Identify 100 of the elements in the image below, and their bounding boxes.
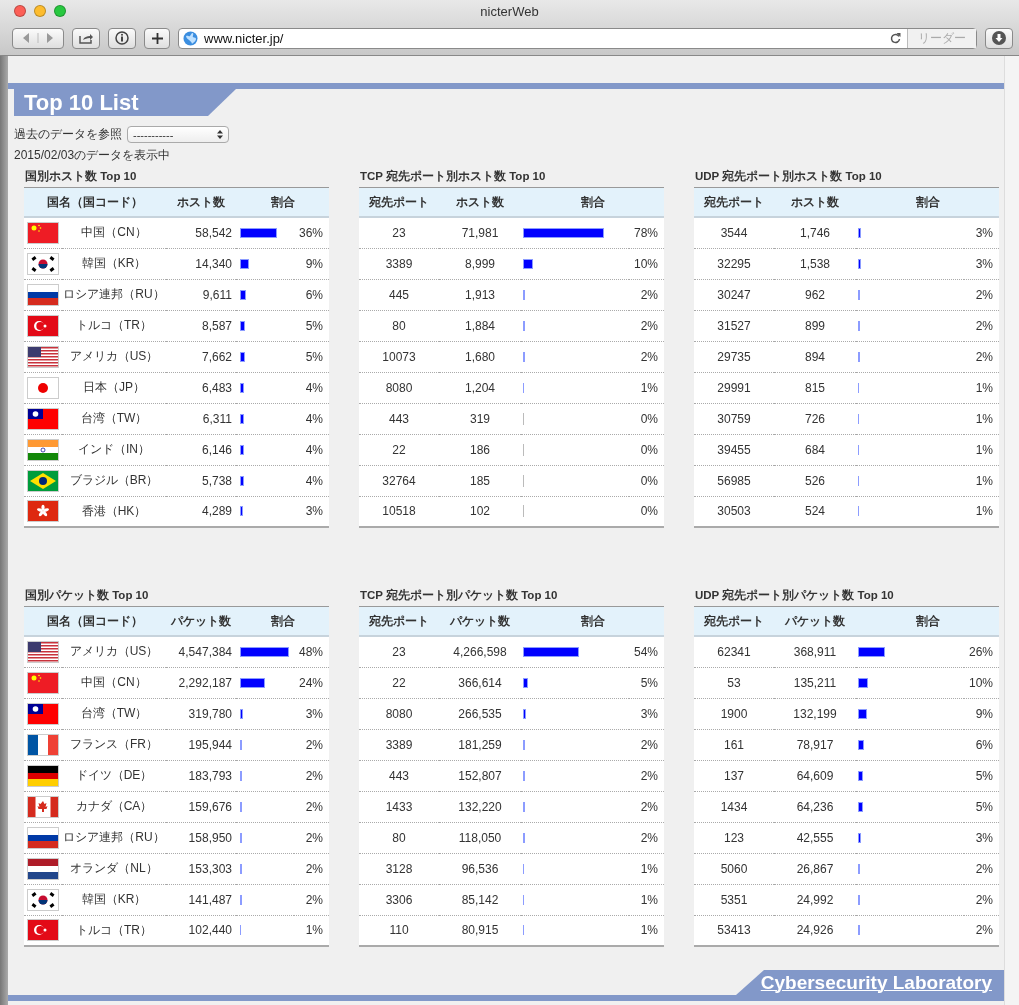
table-cell: 36% <box>298 225 323 240</box>
table-cell: 726 <box>805 411 825 426</box>
table-cell: 2% <box>640 737 658 752</box>
table-cell: 153,303 <box>188 861 232 876</box>
table-cell: 3389 <box>385 256 413 271</box>
table-cell: 29735 <box>717 349 751 364</box>
table-cell: ブラジル（BR） <box>69 473 159 487</box>
back-forward-button[interactable] <box>12 27 64 49</box>
table-cell: 8080 <box>385 380 413 395</box>
new-tab-button[interactable] <box>144 27 170 49</box>
table-cell: 3% <box>640 706 658 721</box>
flag-icon <box>27 221 59 244</box>
table-cell: 32764 <box>382 473 416 488</box>
table-cell: アメリカ（US） <box>69 644 159 659</box>
archive-select[interactable]: ----------- <box>127 126 229 143</box>
table-cell: 3% <box>975 225 993 240</box>
table-cell: 161 <box>724 737 744 752</box>
table-cell: 181,259 <box>458 737 502 752</box>
table-cell: トルコ（TR） <box>76 318 152 332</box>
table-cell: 5% <box>975 799 993 814</box>
table-cell: 29991 <box>717 380 751 395</box>
table-cell: 6,146 <box>201 442 232 457</box>
table-cell: 1% <box>640 923 658 938</box>
table-title: 国別ホスト数 Top 10 <box>24 169 138 184</box>
table-cell: 韓国（KR） <box>81 256 147 270</box>
table-cell: 2% <box>305 768 323 783</box>
table-cell: 2% <box>305 892 323 907</box>
column-header: パケット数 <box>439 606 521 636</box>
table-cell: 962 <box>805 287 825 302</box>
table-cell: 319,780 <box>188 706 232 721</box>
table-cell: 24% <box>298 675 323 690</box>
reload-icon[interactable] <box>890 32 901 44</box>
table-cell: 2% <box>640 830 658 845</box>
table-cell: 8,999 <box>465 256 495 271</box>
flag-icon <box>27 283 59 306</box>
flag-icon <box>27 826 59 849</box>
table-cell: 3544 <box>720 225 748 240</box>
table-cell: 2% <box>975 318 993 333</box>
table-cell: 30247 <box>717 287 751 302</box>
table-cell: 1% <box>975 473 993 488</box>
column-header: パケット数 <box>166 606 236 636</box>
table-cell: 2% <box>305 737 323 752</box>
table-cell: 韓国（KR） <box>81 892 147 906</box>
flag-icon <box>27 795 59 818</box>
table-cell: 1% <box>975 380 993 395</box>
table-cell: 158,950 <box>188 830 232 845</box>
table-cell: 日本（JP） <box>83 380 145 394</box>
table-cell: 1% <box>640 861 658 876</box>
table-cell: 53413 <box>717 923 751 938</box>
column-header: 割合 <box>521 606 664 636</box>
table-cell: 3% <box>975 256 993 271</box>
table-cell: 4% <box>305 473 323 488</box>
table-cell: 78,917 <box>796 737 834 752</box>
table-cell: 0% <box>640 411 658 426</box>
table-cell: 9% <box>305 256 323 271</box>
table-cell: 2,292,187 <box>178 675 232 690</box>
table-cell: 4,266,598 <box>453 644 507 659</box>
downloads-button[interactable] <box>985 27 1013 49</box>
column-header: 宛先ポート <box>694 187 774 217</box>
download-icon <box>992 31 1006 45</box>
zoom-icon[interactable] <box>54 5 66 17</box>
table-cell: 54% <box>633 644 658 659</box>
table-cell: 110 <box>389 923 409 938</box>
column-header: 割合 <box>236 606 329 636</box>
column-header: ホスト数 <box>774 187 856 217</box>
table-cell: 2% <box>305 861 323 876</box>
table-cell: 2% <box>975 349 993 364</box>
table-cell: 1434 <box>720 799 748 814</box>
table-title: TCP 宛先ポート別ホスト数 Top 10 <box>359 169 547 184</box>
address-field[interactable]: www.nicter.jp/ リーダー <box>178 27 977 49</box>
share-icon <box>79 32 93 44</box>
table-cell: 8,587 <box>201 318 232 333</box>
table-cell: 9% <box>975 706 993 721</box>
table-cell: 85,142 <box>461 892 499 907</box>
table-cell: 2% <box>640 799 658 814</box>
info-button[interactable] <box>108 27 136 49</box>
table-cell: 32295 <box>717 256 751 271</box>
table-cell: 0% <box>640 504 658 519</box>
table-cell: 1,746 <box>800 225 830 240</box>
table-cell: 3128 <box>385 861 413 876</box>
table-cell: 443 <box>389 411 409 426</box>
close-icon[interactable] <box>14 5 26 17</box>
table-cell: 5% <box>305 318 323 333</box>
table-cell: 台湾（TW） <box>80 706 148 720</box>
table-cell: 137 <box>724 768 744 783</box>
table-cell: 443 <box>389 768 409 783</box>
share-button[interactable] <box>72 27 100 49</box>
column-header: 割合 <box>521 187 664 217</box>
table-cell: 62341 <box>717 644 751 659</box>
table-cell: 26,867 <box>796 861 834 876</box>
table-cell: 266,535 <box>458 706 502 721</box>
table-cell: 6,483 <box>201 380 232 395</box>
table-cell: オランダ（NL） <box>70 861 158 875</box>
table-cell: 30503 <box>717 504 751 519</box>
table-cell: 1% <box>975 442 993 457</box>
table-cell: 102,440 <box>188 923 232 938</box>
table-cell: 中国（CN） <box>81 225 147 240</box>
table-cell: 5,738 <box>201 473 232 488</box>
table-cell: 10073 <box>382 349 416 364</box>
table-cell: 26% <box>968 644 993 659</box>
